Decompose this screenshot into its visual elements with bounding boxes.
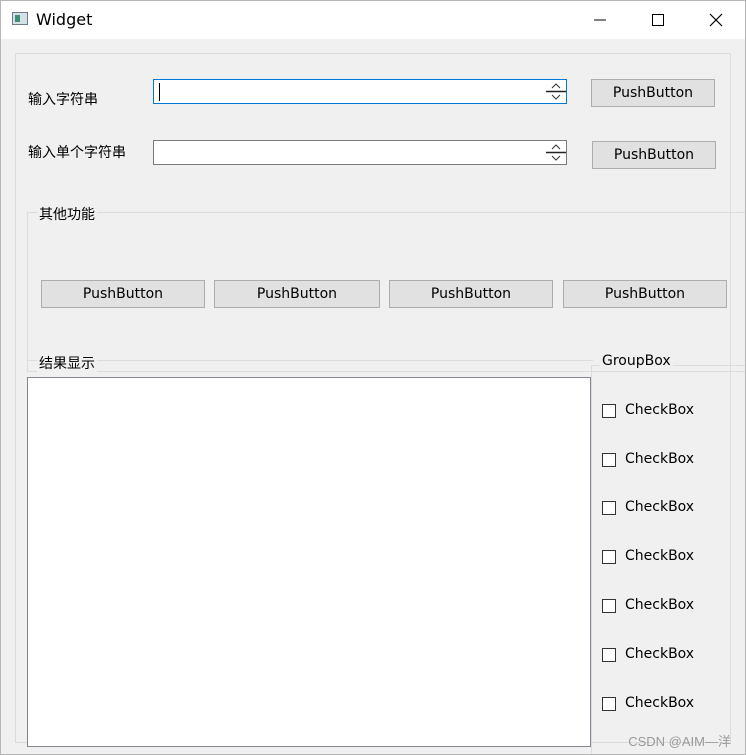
checkbox-label: CheckBox	[625, 499, 695, 515]
checkbox-box[interactable]	[602, 550, 616, 564]
checkbox-group-title: GroupBox	[600, 353, 673, 369]
maximize-icon	[652, 14, 664, 26]
input-string-field[interactable]	[153, 79, 567, 104]
close-button[interactable]	[687, 1, 745, 39]
checkbox-label: CheckBox	[625, 695, 695, 711]
result-group-frame	[27, 360, 593, 370]
row2-push-button[interactable]: PushButton	[592, 141, 716, 169]
input-string-label: 输入字符串	[28, 92, 98, 108]
function-button-4[interactable]: PushButton	[563, 280, 727, 308]
minimize-button[interactable]	[571, 1, 629, 39]
watermark: CSDN @AIM—洋	[628, 734, 731, 749]
result-text-area[interactable]	[27, 377, 591, 747]
title-bar[interactable]: Widget	[1, 1, 745, 39]
function-button-1[interactable]: PushButton	[41, 280, 205, 308]
app-window-icon	[12, 12, 28, 25]
other-functions-title: 其他功能	[37, 204, 97, 224]
checkbox-label: CheckBox	[625, 646, 695, 662]
spin-arrows[interactable]	[546, 141, 566, 164]
maximize-button[interactable]	[629, 1, 687, 39]
input-single-string-label: 输入单个字符串	[28, 145, 126, 161]
minimize-icon	[594, 19, 606, 21]
function-button-3[interactable]: PushButton	[389, 280, 553, 308]
close-icon	[709, 13, 723, 27]
spin-arrows[interactable]	[546, 80, 566, 103]
main-window: Widget 输入字符串 PushButton 输入单个字符串 PushButt…	[0, 0, 746, 755]
checkbox-label: CheckBox	[625, 548, 695, 564]
spin-up-down-icon	[546, 144, 566, 161]
checkbox-box[interactable]	[602, 501, 616, 515]
checkbox-box[interactable]	[602, 599, 616, 613]
checkbox-label: CheckBox	[625, 402, 695, 418]
spin-up-down-icon	[546, 83, 566, 100]
result-display-title: 结果显示	[37, 353, 97, 373]
checkbox-label: CheckBox	[625, 451, 695, 467]
text-caret	[159, 83, 160, 101]
window-title: Widget	[36, 10, 93, 29]
checkbox-box[interactable]	[602, 453, 616, 467]
checkbox-box[interactable]	[602, 648, 616, 662]
checkbox-label: CheckBox	[625, 597, 695, 613]
input-single-string-field[interactable]	[153, 140, 567, 165]
checkbox-box[interactable]	[602, 404, 616, 418]
checkbox-box[interactable]	[602, 697, 616, 711]
row1-push-button[interactable]: PushButton	[591, 79, 715, 107]
function-button-2[interactable]: PushButton	[214, 280, 380, 308]
